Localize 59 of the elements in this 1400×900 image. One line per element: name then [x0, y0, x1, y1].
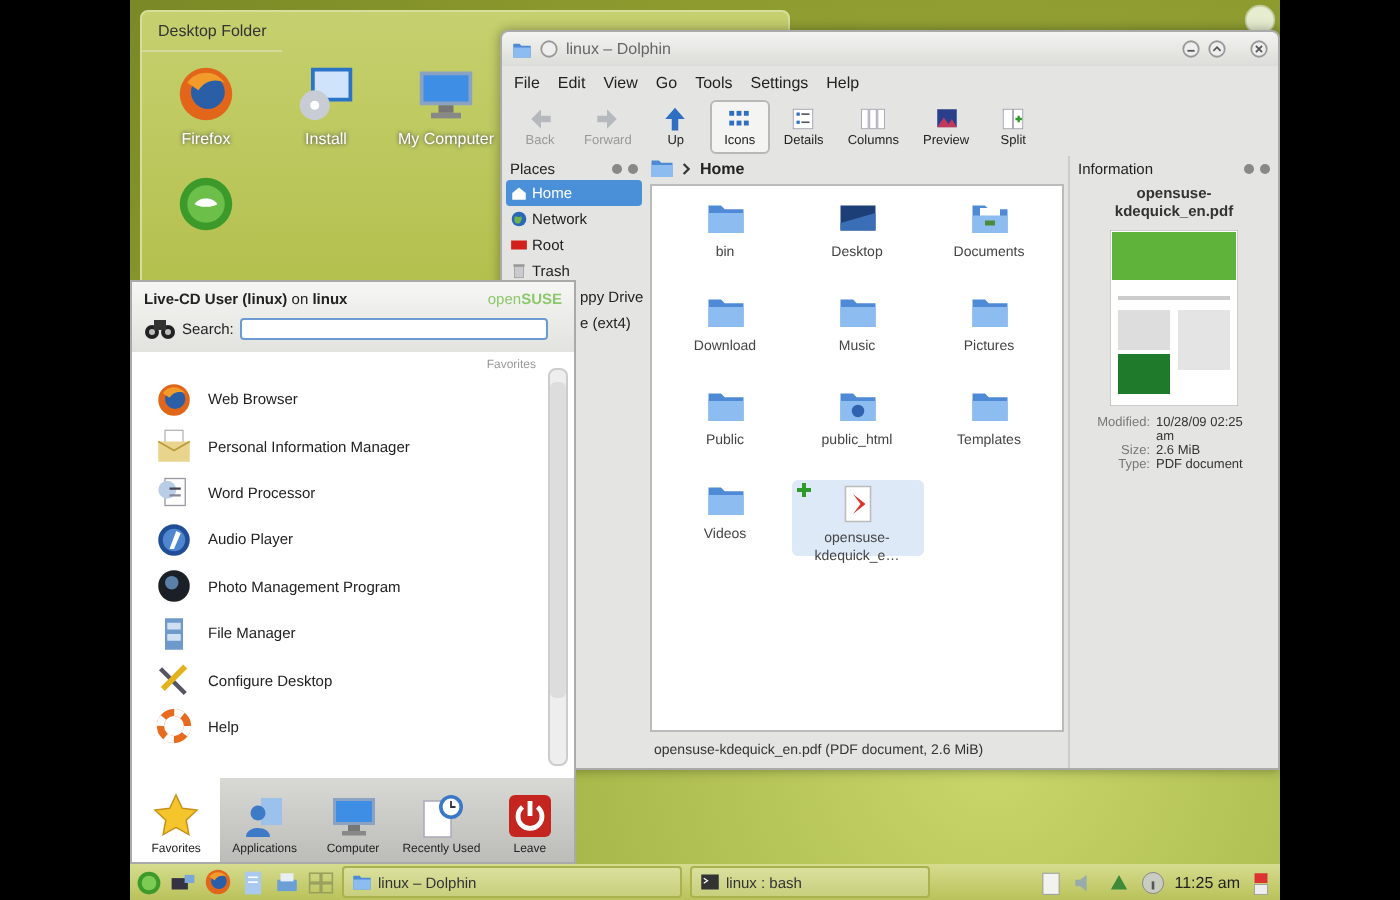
pin-button[interactable]	[540, 40, 558, 58]
install-icon	[296, 64, 356, 124]
globe-icon	[156, 381, 192, 418]
menu-item[interactable]: Tools	[695, 73, 733, 91]
lock-logout-icon[interactable]	[1248, 869, 1274, 895]
details-view-icon	[790, 106, 817, 132]
globe-icon	[176, 64, 236, 124]
icons-view-icon	[726, 106, 753, 132]
menu-item[interactable]: Help	[826, 73, 860, 91]
binoculars-icon	[144, 316, 176, 340]
power-icon	[505, 792, 554, 840]
pager-icon[interactable]	[308, 869, 334, 895]
clock-document-icon	[417, 792, 466, 840]
clock[interactable]: 11:25 am	[1174, 873, 1240, 891]
document-icon[interactable]	[240, 869, 266, 895]
search-field[interactable]	[239, 317, 548, 339]
menu-item[interactable]: File	[514, 73, 540, 91]
info-icon[interactable]	[1140, 869, 1167, 895]
close-button[interactable]	[1250, 40, 1268, 58]
pane-float-button[interactable]	[1244, 163, 1254, 173]
clipboard-icon[interactable]	[1038, 869, 1065, 895]
maximize-button[interactable]	[1208, 40, 1226, 58]
lifebuoy-icon	[156, 708, 192, 745]
preview-icon	[933, 106, 960, 132]
drive-icon	[510, 236, 528, 254]
up-arrow-icon	[662, 106, 689, 132]
chevron-icon	[682, 161, 692, 175]
scrollbar[interactable]	[548, 368, 568, 766]
menu-item[interactable]: Go	[655, 73, 678, 91]
round-logo-icon	[176, 174, 236, 234]
trash-icon	[510, 262, 528, 280]
terminal-icon	[700, 872, 720, 892]
network-device-icon[interactable]	[170, 869, 196, 895]
menu-item[interactable]: Edit	[557, 73, 586, 91]
pane-close-button[interactable]	[1260, 163, 1270, 173]
globe-icon	[204, 868, 232, 896]
menu-item[interactable]: View	[603, 73, 638, 91]
forward-arrow-icon	[594, 106, 621, 132]
star-icon	[152, 792, 201, 840]
menu-item[interactable]: Settings	[750, 73, 809, 91]
plus-icon[interactable]	[795, 482, 811, 498]
back-arrow-icon	[527, 106, 553, 132]
home-icon	[510, 184, 528, 202]
panel-title: Desktop Folder	[142, 12, 283, 52]
globe-icon	[510, 210, 528, 228]
window-title: linux – Dolphin	[566, 40, 673, 58]
minimize-button[interactable]	[1182, 40, 1200, 58]
start-menu-button[interactable]	[136, 869, 162, 895]
disc-icon	[156, 521, 192, 558]
tools-icon	[156, 662, 192, 699]
document-icon	[156, 474, 192, 511]
printer-icon[interactable]	[274, 869, 300, 895]
split-view-icon	[1000, 106, 1027, 132]
pane-float-button[interactable]	[612, 163, 622, 173]
sphere-icon	[156, 568, 192, 605]
columns-view-icon	[860, 106, 887, 132]
monitor-icon	[329, 792, 377, 840]
pane-close-button[interactable]	[628, 163, 638, 173]
breadcrumb[interactable]: Home	[700, 159, 745, 177]
